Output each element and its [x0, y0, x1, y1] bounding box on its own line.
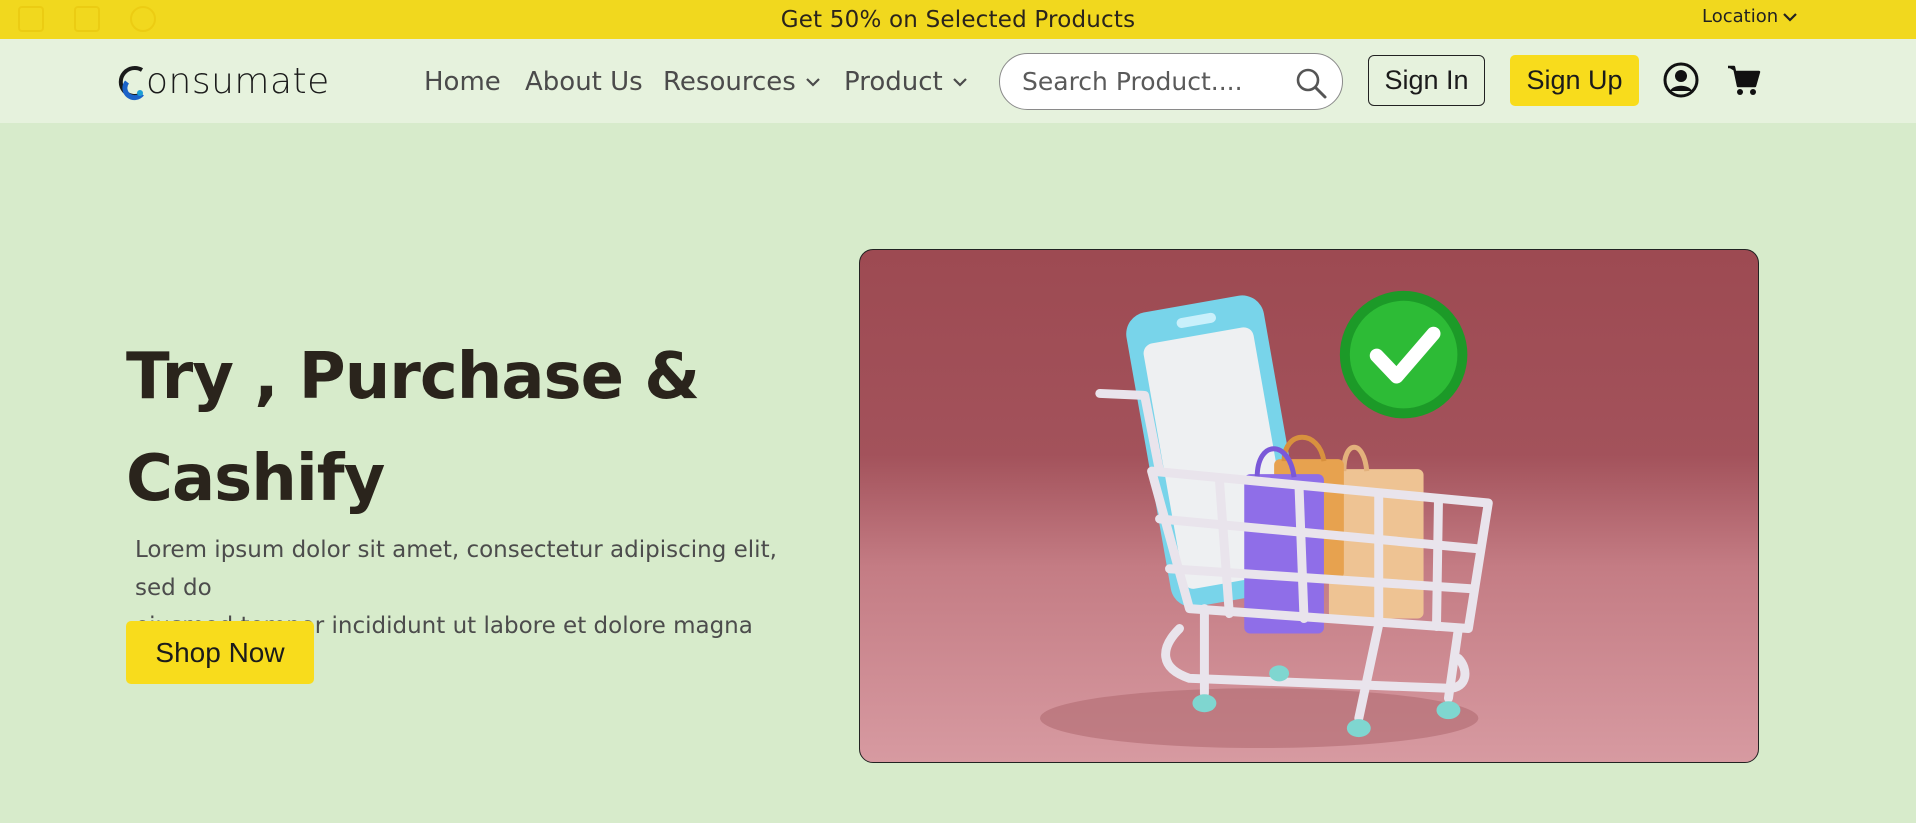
user-icon[interactable]	[1663, 62, 1699, 98]
nav-home[interactable]: Home	[424, 67, 501, 97]
nav-product[interactable]: Product	[844, 67, 969, 97]
sign-up-button[interactable]: Sign Up	[1510, 55, 1639, 106]
promo-text: Get 50% on Selected Products	[780, 6, 1136, 33]
location-label: Location	[1702, 6, 1779, 27]
navbar: onsumate Home About Us Resources Product…	[0, 39, 1916, 123]
cart-icon[interactable]	[1726, 62, 1762, 98]
location-selector[interactable]: Location	[1702, 6, 1798, 27]
nav-resources-label: Resources	[663, 67, 796, 97]
hero-title: Try , Purchase & Cashify	[126, 326, 826, 530]
hero-title-line2: Cashify	[126, 442, 385, 516]
chevron-down-icon	[952, 78, 967, 87]
promo-bar: Get 50% on Selected Products Location	[0, 0, 1916, 39]
nav-about-us[interactable]: About Us	[525, 67, 643, 97]
ghost-square-icon	[18, 6, 44, 32]
checkmark-icon	[1339, 290, 1468, 419]
shopping-cart-illustration	[1040, 290, 1493, 749]
logo-text: onsumate	[146, 61, 330, 102]
sign-in-button[interactable]: Sign In	[1368, 55, 1485, 106]
ghost-toolbar	[18, 6, 156, 32]
chevron-down-icon	[806, 78, 820, 87]
hero-description-line1: Lorem ipsum dolor sit amet, consectetur …	[135, 537, 777, 601]
chevron-down-icon	[1783, 12, 1797, 22]
search-box	[999, 53, 1343, 110]
hero-title-line1: Try , Purchase &	[126, 340, 700, 414]
search-icon[interactable]	[1294, 66, 1328, 100]
hero-image	[859, 249, 1759, 763]
nav-about-label: About Us	[525, 67, 643, 97]
nav-product-label: Product	[844, 67, 943, 97]
ghost-search-icon	[130, 6, 156, 32]
shop-now-button[interactable]: Shop Now	[126, 621, 314, 684]
nav-resources[interactable]: Resources	[663, 67, 822, 97]
search-input[interactable]	[1022, 67, 1282, 96]
logo-c-icon	[118, 65, 144, 100]
ghost-panel-icon	[74, 6, 100, 32]
logo[interactable]: onsumate	[118, 61, 330, 102]
nav-home-label: Home	[424, 67, 501, 97]
